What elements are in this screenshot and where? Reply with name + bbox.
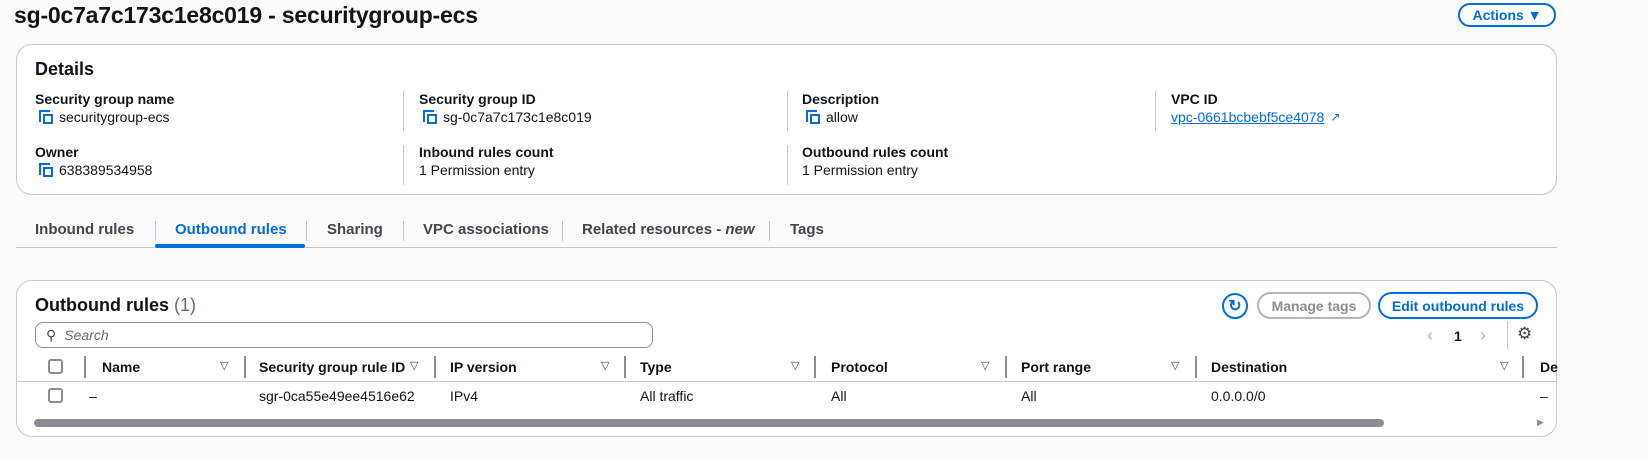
cell-name: – — [89, 388, 97, 404]
tab-tags[interactable]: Tags — [790, 221, 824, 238]
cell-ip-version: IPv4 — [450, 388, 479, 404]
rules-title: Outbound rules — [35, 295, 169, 315]
scroll-right-icon[interactable]: ▶ — [1537, 417, 1544, 428]
copy-icon[interactable] — [806, 110, 820, 124]
tab-vpc-associations[interactable]: VPC associations — [423, 221, 549, 238]
sort-icon[interactable]: ▽ — [981, 359, 989, 372]
rules-count: (1) — [174, 295, 197, 315]
next-page-icon[interactable]: › — [1480, 325, 1486, 346]
sort-icon[interactable]: ▽ — [220, 359, 228, 372]
inbound-count: 1 Permission entry — [419, 162, 535, 178]
field-label: Security group ID — [419, 91, 536, 107]
edit-outbound-rules-button[interactable]: Edit outbound rules — [1378, 292, 1538, 319]
security-group-name: securitygroup-ecs — [59, 109, 170, 125]
external-link-icon: ↗ — [1330, 110, 1341, 124]
cell-destination: 0.0.0.0/0 — [1211, 388, 1266, 404]
details-panel: Details Security group name securitygrou… — [16, 44, 1557, 195]
tab-related-resources[interactable]: Related resources - new — [582, 221, 755, 238]
outbound-count: 1 Permission entry — [802, 162, 918, 178]
page-title: sg-0c7a7c173c1e8c019 - securitygroup-ecs — [14, 2, 478, 28]
column-header-name[interactable]: Name — [102, 359, 140, 375]
settings-gear-icon[interactable]: ⚙ — [1517, 324, 1532, 344]
sort-icon[interactable]: ▽ — [1171, 359, 1179, 372]
row-checkbox[interactable] — [48, 388, 63, 403]
field-label: Owner — [35, 144, 79, 160]
search-icon: ⚲ — [46, 326, 57, 343]
field-label: Security group name — [35, 91, 175, 107]
column-header-ip-version[interactable]: IP version — [450, 359, 517, 375]
sort-icon[interactable]: ▽ — [410, 359, 418, 372]
tab-sharing[interactable]: Sharing — [327, 221, 383, 238]
search-input[interactable]: ⚲ Search — [35, 322, 653, 348]
column-header-rule-id[interactable]: Security group rule ID — [259, 359, 405, 375]
cell-rule-id: sgr-0ca55e49ee4516e62 — [259, 388, 415, 404]
field-label: Description — [802, 91, 880, 107]
copy-icon[interactable] — [39, 163, 53, 177]
description: allow — [826, 109, 858, 125]
select-all-checkbox[interactable] — [48, 359, 63, 374]
tab-outbound-rules[interactable]: Outbound rules — [175, 221, 287, 238]
actions-button[interactable]: Actions ▼ — [1458, 3, 1556, 27]
column-header-port-range[interactable]: Port range — [1021, 359, 1091, 375]
manage-tags-button[interactable]: Manage tags — [1257, 292, 1371, 319]
column-header-type[interactable]: Type — [640, 359, 672, 375]
cell-description: – — [1540, 388, 1548, 404]
sort-icon[interactable]: ▽ — [601, 359, 609, 372]
field-label: Inbound rules count — [419, 144, 554, 160]
sort-icon[interactable]: ▽ — [1500, 359, 1508, 372]
details-title: Details — [35, 59, 95, 79]
security-group-id: sg-0c7a7c173c1e8c019 — [443, 109, 592, 125]
copy-icon[interactable] — [39, 110, 53, 124]
sort-icon[interactable]: ▽ — [791, 359, 799, 372]
page-number[interactable]: 1 — [1454, 328, 1462, 344]
tab-inbound-rules[interactable]: Inbound rules — [35, 221, 134, 238]
owner: 638389534958 — [59, 162, 153, 178]
search-placeholder: Search — [64, 327, 109, 343]
column-header-description[interactable]: De — [1540, 359, 1558, 375]
refresh-icon[interactable]: ↻ — [1222, 293, 1248, 319]
cell-protocol: All — [831, 388, 847, 404]
outbound-rules-panel: Outbound rules (1) ↻ Manage tags Edit ou… — [16, 280, 1557, 437]
copy-icon[interactable] — [423, 110, 437, 124]
prev-page-icon[interactable]: ‹ — [1427, 325, 1433, 346]
cell-port-range: All — [1021, 388, 1037, 404]
horizontal-scrollbar[interactable] — [34, 419, 1384, 427]
column-header-destination[interactable]: Destination — [1211, 359, 1287, 375]
field-label: Outbound rules count — [802, 144, 949, 160]
cell-type: All traffic — [640, 388, 694, 404]
field-label: VPC ID — [1171, 91, 1218, 107]
vpc-id-link[interactable]: vpc-0661bcbebf5ce4078 — [1171, 109, 1324, 125]
column-header-protocol[interactable]: Protocol — [831, 359, 888, 375]
